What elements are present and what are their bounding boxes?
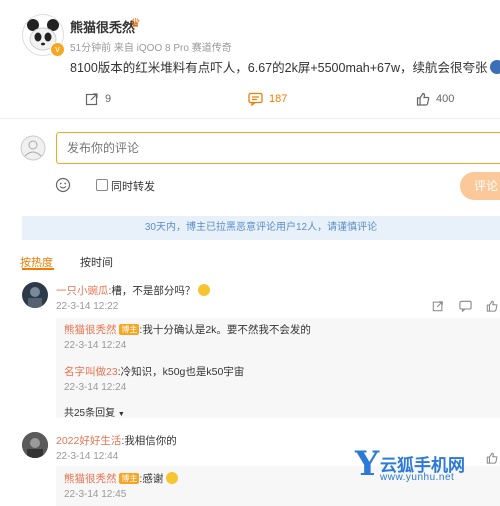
emoji-icon: [166, 472, 178, 484]
reply-body: 熊猫很秃然 博主:我十分确认是2k。要不然我不会发的: [64, 322, 311, 337]
author-badge: 博主: [119, 473, 139, 484]
comment-time: 22-3-14 12:22: [56, 301, 118, 312]
comment-input[interactable]: [56, 132, 500, 164]
emoji-picker-icon[interactable]: [55, 177, 71, 193]
comment-time: 22-3-14 12:44: [56, 451, 118, 462]
like-count: 400: [436, 93, 454, 105]
comment-like-icon[interactable]: [486, 299, 498, 317]
fan-crown-icon: ♛: [130, 16, 141, 30]
reply-body: 名字叫做23:冷知识，k50g也是k50宇宙: [64, 364, 244, 379]
reply-text: :我十分确认是2k。要不然我不会发的: [139, 324, 311, 336]
caret-down-icon: ▼: [118, 411, 125, 418]
reply-body: 熊猫很秃然 博主:感谢: [64, 471, 178, 486]
reply-username[interactable]: 熊猫很秃然: [64, 324, 117, 336]
more-replies-link[interactable]: 共25条回复 ▼: [64, 404, 125, 419]
reply-username[interactable]: 名字叫做23: [64, 366, 118, 378]
comment-count: 187: [269, 93, 287, 105]
repost-checkbox-label: 同时转发: [111, 178, 155, 194]
post-text-content: 8100版本的红米堆料有点吓人，6.67的2k屏+5500mah+67w，续航会…: [70, 61, 488, 75]
post-author-name[interactable]: 熊猫很秃然: [70, 17, 135, 36]
comment-icon: [248, 92, 263, 106]
user-placeholder-icon: [20, 135, 46, 161]
thumbs-up-icon: [416, 92, 430, 106]
comment-username[interactable]: 2022好好生活: [56, 435, 121, 447]
my-avatar: [20, 135, 46, 161]
watermark-logo: Y: [355, 444, 379, 484]
more-replies-label: 共25条回复: [64, 408, 115, 419]
emoji-icon: [198, 284, 210, 296]
comment-repost-icon[interactable]: [432, 299, 444, 317]
commenter-avatar[interactable]: [22, 282, 48, 308]
moderation-notice: 30天内，博主已拉黑恶意评论用户12人，请谨慎评论: [22, 216, 500, 240]
reply-text: :冷知识，k50g也是k50宇宙: [118, 366, 245, 378]
comment-text: :我相信你的: [121, 435, 176, 447]
reply-text: :感谢: [139, 473, 163, 485]
like-button[interactable]: 400: [416, 92, 454, 106]
comment-reply-icon[interactable]: [459, 299, 472, 317]
reply-username[interactable]: 熊猫很秃然: [64, 473, 117, 485]
post-text: 8100版本的红米堆料有点吓人，6.67的2k屏+5500mah+67w，续航会…: [70, 57, 500, 76]
comment-text: :槽，不是部分吗？: [109, 285, 196, 297]
comment-button[interactable]: 187: [248, 92, 287, 106]
emoji-icon: [490, 60, 500, 74]
repost-button[interactable]: 9: [85, 92, 111, 106]
commenter-avatar[interactable]: [22, 432, 48, 458]
reply-time: 22-3-14 12:24: [64, 340, 126, 351]
author-badge: 博主: [119, 324, 139, 335]
tab-sort-time[interactable]: 按时间: [80, 254, 113, 270]
divider: [0, 118, 500, 119]
verified-badge-icon: v: [50, 42, 65, 57]
comment-body: 一只小豌瓜:槽，不是部分吗？: [56, 283, 210, 298]
comment-body: 2022好好生活:我相信你的: [56, 433, 177, 448]
reply-time: 22-3-14 12:24: [64, 382, 126, 393]
reply-time: 22-3-14 12:45: [64, 489, 126, 500]
repost-icon: [85, 92, 99, 106]
comment-username[interactable]: 一只小豌瓜: [56, 285, 109, 297]
repost-checkbox[interactable]: [96, 179, 108, 191]
watermark-url: www.yunhu.net: [380, 472, 454, 483]
active-tab-indicator: [22, 268, 54, 270]
post-meta: 51分钟前 来自 iQOO 8 Pro 赛道传奇: [70, 39, 232, 54]
repost-count: 9: [105, 93, 111, 105]
submit-comment-button[interactable]: 评论: [460, 172, 500, 200]
